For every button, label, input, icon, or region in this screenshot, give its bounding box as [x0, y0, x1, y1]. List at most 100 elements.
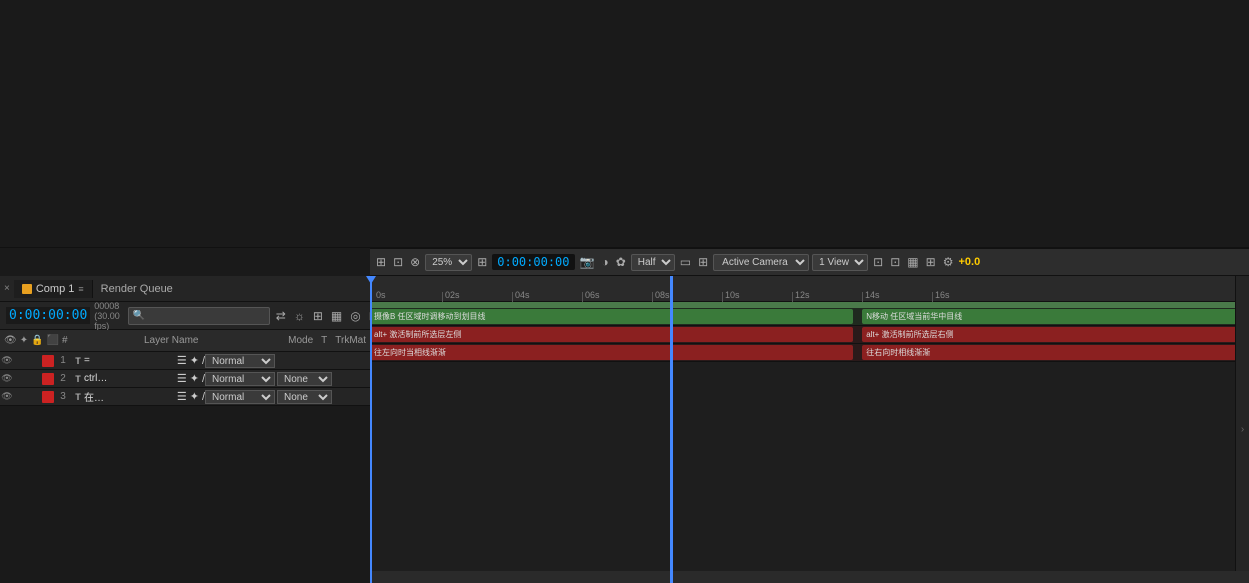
track-bar-1b[interactable]: N移动 任区域当前华中目线	[862, 309, 1240, 324]
viewer-toolbar: ⊞ ⊡ ⊗ 25% ⊞ 0:00:00:00 📷 ◑ ✿ Half ▭ ⊞ Ac…	[370, 248, 1249, 276]
expand-2[interactable]: ☰	[177, 372, 187, 385]
track-row-2[interactable]: alt+ 激活制前所选层左侧 alt+ 激活制前所选层右侧	[370, 326, 1249, 344]
tab-close-btn[interactable]: ×	[0, 283, 14, 294]
tab-menu-icon[interactable]: ≡	[78, 284, 83, 294]
timeline-tool-1[interactable]: ⇄	[274, 309, 288, 323]
vis-btn-1[interactable]: 👁	[0, 354, 14, 368]
layer-num-3: 3	[54, 391, 72, 402]
t-col-header: T	[321, 335, 327, 346]
timeline-scrollbar[interactable]	[370, 571, 1249, 583]
layer-name-header: Layer Name	[104, 335, 246, 346]
layer-row-1: 👁 1 T = ☰ ✦ / Normal	[0, 352, 370, 370]
color-icon[interactable]: ◑	[599, 255, 610, 269]
comp-tabs: × Comp 1 ≡ Render Queue	[0, 276, 370, 302]
trkmat-col-header: TrkMat	[335, 335, 366, 346]
lock-btn-2[interactable]	[28, 372, 42, 386]
track-bar-2b[interactable]: alt+ 激活制前所选层右侧	[862, 327, 1240, 342]
track-bar-1a-text: 摄像B 任区域时调移动到划目线	[370, 311, 490, 322]
timeline-ruler[interactable]: 0s 02s 04s 06s 08s 10s 12s 14s 16s	[370, 276, 1249, 302]
timeline-area: 0s 02s 04s 06s 08s 10s 12s 14s 16s 摄像B 任…	[370, 276, 1249, 583]
timeline-tool-5[interactable]: ◎	[348, 309, 362, 323]
layer-num-2: 2	[54, 373, 72, 384]
timeline-playhead-line	[670, 276, 673, 583]
playhead[interactable]	[370, 276, 372, 583]
expand-1[interactable]: ☰	[177, 354, 187, 367]
star-1[interactable]: ✦	[190, 354, 199, 367]
layer-row-2: 👁 2 T ctrl+shift+D ☰ ✦ / Normal None	[0, 370, 370, 388]
viewer-icon-1[interactable]: ⊞	[374, 255, 388, 269]
preview-area	[0, 0, 1249, 248]
lock-btn-1[interactable]	[28, 354, 42, 368]
layer-type-3: T	[72, 392, 84, 402]
solo-header-icon: ✦	[20, 335, 28, 346]
ruler-mark-5: 10s	[725, 290, 740, 300]
timeline-tool-4[interactable]: ▦	[329, 309, 344, 323]
layer-name-3[interactable]: 在当前时间线切割层	[84, 389, 110, 404]
trkmat-select-2[interactable]: None	[277, 372, 332, 386]
layer-header-right: Mode T TrkMat	[246, 335, 366, 346]
offset-display: +0.0	[958, 256, 980, 268]
track-row-1[interactable]: 摄像B 任区域时调移动到划目线 N移动 任区域当前华中目线	[370, 308, 1249, 326]
timeline-timecode[interactable]: 0:00:00:00	[6, 307, 90, 324]
ruler-mark-7: 14s	[865, 290, 880, 300]
layer-name-2[interactable]: ctrl+shift+D	[84, 373, 110, 384]
solo-btn-3[interactable]	[14, 390, 28, 404]
track-bar-3b[interactable]: 往右向时相线渐渐	[862, 345, 1240, 360]
view-select[interactable]: 1 View	[812, 254, 868, 271]
expand-3[interactable]: ☰	[177, 390, 187, 403]
layer-num-1: 1	[54, 355, 72, 366]
camera-icon[interactable]: 📷	[578, 255, 597, 269]
camera-select[interactable]: Active Camera	[713, 254, 809, 271]
layout-icon-4[interactable]: ⊞	[924, 255, 938, 269]
timeline-tool-2[interactable]: ☼	[292, 309, 307, 323]
settings-icon[interactable]: ⚙	[941, 255, 956, 269]
layout-icon-3[interactable]: ▦	[905, 255, 920, 269]
timeline-controls: 0:00:00:00 00008 (30.00 fps) ⇄ ☼ ⊞ ▦ ◎ ⊡	[0, 302, 370, 330]
viewer-timecode[interactable]: 0:00:00:00	[492, 254, 574, 270]
mode-select-3[interactable]: Normal	[205, 390, 275, 404]
viewer-icon-2[interactable]: ⊡	[391, 255, 405, 269]
viewer-icon-3[interactable]: ⊗	[408, 255, 422, 269]
flower-icon[interactable]: ✿	[614, 255, 628, 269]
screen-icon[interactable]: ▭	[678, 255, 693, 269]
layer-name-1[interactable]: =	[84, 355, 110, 366]
vis-btn-2[interactable]: 👁	[0, 372, 14, 386]
ruler-mark-6: 12s	[795, 290, 810, 300]
layer-type-1: T	[72, 356, 84, 366]
layer-mode-3: Normal None	[205, 390, 370, 404]
timeline-tool-3[interactable]: ⊞	[311, 309, 325, 323]
solo-btn-2[interactable]	[14, 372, 28, 386]
solo-btn-1[interactable]	[14, 354, 28, 368]
mode-select-1[interactable]: Normal	[205, 354, 275, 368]
star-2[interactable]: ✦	[190, 372, 199, 385]
quality-select[interactable]: Half	[631, 254, 675, 271]
mode-select-2[interactable]: Normal	[205, 372, 275, 386]
track-bar-1a[interactable]: 摄像B 任区域时调移动到划目线	[370, 309, 853, 324]
track-bar-2a-text: alt+ 激活制前所选层左侧	[370, 329, 465, 340]
fit-icon[interactable]: ⊞	[475, 255, 489, 269]
lock-btn-3[interactable]	[28, 390, 42, 404]
render-queue-tab[interactable]: Render Queue	[93, 280, 181, 298]
track-bar-3a[interactable]: 往左向时当相线渐渐	[370, 345, 853, 360]
grid-icon[interactable]: ⊞	[696, 255, 710, 269]
fps-display: 00008 (30.00 fps)	[94, 301, 120, 331]
layer-type-2: T	[72, 374, 84, 384]
vis-btn-3[interactable]: 👁	[0, 390, 14, 404]
track-bar-2b-text: alt+ 激活制前所选层右侧	[862, 329, 957, 340]
expand-panel-btn[interactable]: ›	[1235, 276, 1249, 583]
search-input[interactable]	[128, 307, 270, 325]
layer-color-2	[42, 373, 54, 385]
ruler-mark-1: 02s	[445, 290, 460, 300]
track-bar-1b-text: N移动 任区域当前华中目线	[862, 311, 966, 322]
star-3[interactable]: ✦	[190, 390, 199, 403]
layout-icon-1[interactable]: ⊡	[871, 255, 885, 269]
track-bar-2a[interactable]: alt+ 激活制前所选层左侧	[370, 327, 853, 342]
zoom-select[interactable]: 25%	[425, 254, 472, 271]
layer-solo-2: ☰ ✦ /	[110, 372, 205, 385]
ruler-mark-3: 06s	[585, 290, 600, 300]
layout-icon-2[interactable]: ⊡	[888, 255, 902, 269]
trkmat-select-3[interactable]: None	[277, 390, 332, 404]
track-row-3[interactable]: 往左向时当相线渐渐 往右向时相线渐渐	[370, 344, 1249, 362]
comp1-tab[interactable]: Comp 1 ≡	[14, 280, 93, 298]
header-icons: 👁 ✦ 🔒 ⬛ #	[4, 335, 104, 346]
